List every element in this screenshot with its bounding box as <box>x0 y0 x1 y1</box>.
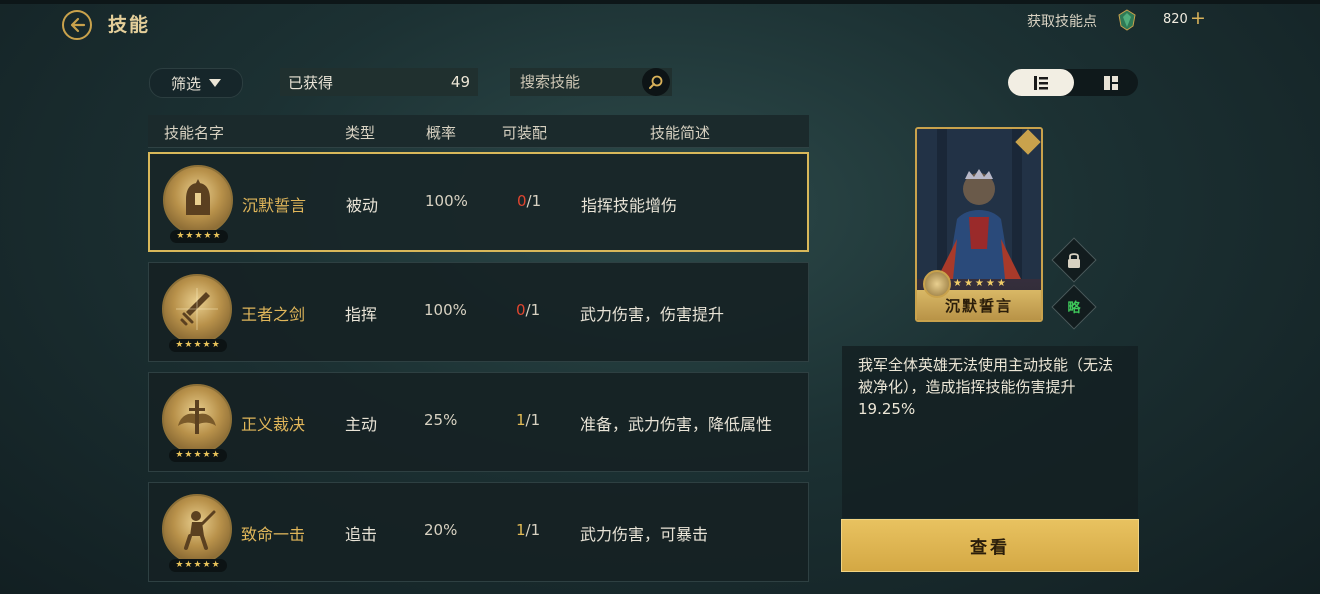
skill-table-header: 技能名字 类型 概率 可装配 技能简述 <box>148 115 809 148</box>
skill-type: 追击 <box>345 525 378 544</box>
search-button[interactable] <box>642 68 670 96</box>
add-skill-points-button[interactable]: + <box>1190 7 1206 29</box>
skill-name: 王者之剑 <box>241 305 306 324</box>
skill-name: 正义裁决 <box>241 415 306 434</box>
star-rating: ★★★★★ <box>169 559 227 572</box>
skill-type: 被动 <box>346 196 379 215</box>
star-rating: ★★★★★ <box>169 339 227 352</box>
skill-gem-icon <box>1118 9 1136 31</box>
skill-summary: 指挥技能增伤 <box>581 196 678 215</box>
equip-total: /1 <box>525 521 541 539</box>
dropdown-triangle-icon <box>209 79 221 87</box>
equip-current: 1 <box>516 521 526 539</box>
skill-summary: 武力伤害，伤害提升 <box>580 305 725 324</box>
card-portrait-icon <box>923 270 951 298</box>
obtained-counter: 已获得 49 <box>280 68 478 96</box>
skill-description-panel: 我军全体英雄无法使用主动技能（无法被净化），造成指挥技能伤害提升19.25% <box>842 346 1138 518</box>
column-header-equip: 可装配 <box>502 124 548 142</box>
skill-summary: 武力伤害，可暴击 <box>580 525 709 544</box>
card-star-rating: ★★★★★ <box>953 278 1008 289</box>
star-rating: ★★★★★ <box>170 230 228 243</box>
skill-row[interactable]: ★★★★★ 王者之剑 指挥 100% 0/1 武力伤害，伤害提升 <box>148 262 809 362</box>
arrow-left-icon <box>70 17 86 33</box>
column-header-name: 技能名字 <box>164 124 225 142</box>
list-view-icon <box>1034 75 1048 90</box>
skill-row[interactable]: ★★★★★ 致命一击 追击 20% 1/1 武力伤害，可暴击 <box>148 482 809 582</box>
skill-name: 致命一击 <box>241 525 306 544</box>
column-header-rate: 概率 <box>426 124 457 142</box>
skill-points-value: 820 <box>1163 12 1188 27</box>
grid-view-button[interactable] <box>1088 69 1134 96</box>
skill-type: 指挥 <box>345 305 378 324</box>
skill-rate: 25% <box>424 411 458 429</box>
obtained-label: 已获得 <box>288 73 334 92</box>
skill-rate: 20% <box>424 521 458 539</box>
skill-equip-count: 1/1 <box>516 411 540 429</box>
skill-card[interactable]: ★★★★★ 沉默誓言 <box>915 127 1043 322</box>
search-icon <box>649 75 663 89</box>
search-input[interactable] <box>518 72 638 92</box>
knight-helmet-icon <box>163 165 233 235</box>
search-box <box>510 68 672 96</box>
skill-equip-count: 0/1 <box>517 192 541 210</box>
skill-row[interactable]: ★★★★★ 正义裁决 主动 25% 1/1 准备，武力伤害，降低属性 <box>148 372 809 472</box>
skill-description-text: 我军全体英雄无法使用主动技能（无法被净化），造成指挥技能伤害提升19.25% <box>858 356 1114 418</box>
card-skill-name: 沉默誓言 <box>944 297 1013 315</box>
equip-total: /1 <box>525 411 541 429</box>
skill-name: 沉默誓言 <box>242 196 307 215</box>
back-button[interactable] <box>62 10 92 40</box>
skill-summary: 准备，武力伤害，降低属性 <box>580 415 773 434</box>
lock-icon <box>1064 250 1084 270</box>
get-skill-points-label[interactable]: 获取技能点 <box>1027 11 1097 31</box>
equip-current: 0 <box>517 192 527 210</box>
grid-view-icon <box>1104 75 1118 90</box>
equip-current: 1 <box>516 411 526 429</box>
warrior-strike-icon <box>162 494 232 564</box>
page-title: 技能 <box>108 14 151 36</box>
skill-card-artwork <box>917 129 1041 279</box>
skill-rate: 100% <box>425 192 468 210</box>
obtained-count: 49 <box>450 73 470 91</box>
skill-rate: 100% <box>424 301 467 319</box>
star-rating: ★★★★★ <box>169 449 227 462</box>
list-view-button[interactable] <box>1008 69 1074 96</box>
winged-sword-icon <box>162 384 232 454</box>
equip-total: /1 <box>526 192 542 210</box>
skill-row-selected[interactable]: ★★★★★ 沉默誓言 被动 100% 0/1 指挥技能增伤 <box>148 152 809 252</box>
view-mode-toggle <box>1008 69 1138 96</box>
glowing-sword-icon <box>162 274 232 344</box>
filter-button[interactable]: 筛选 <box>149 68 243 98</box>
skill-type: 主动 <box>345 415 378 434</box>
column-header-description: 技能简述 <box>650 124 711 142</box>
equip-total: /1 <box>525 301 541 319</box>
equip-current: 0 <box>516 301 526 319</box>
top-edge <box>0 0 1320 4</box>
filter-label: 筛选 <box>170 74 201 93</box>
skill-equip-count: 0/1 <box>516 301 540 319</box>
skill-equip-count: 1/1 <box>516 521 540 539</box>
column-header-type: 类型 <box>345 124 376 142</box>
view-details-button[interactable]: 查看 <box>841 519 1139 572</box>
strategy-label: 略 <box>1067 301 1081 316</box>
